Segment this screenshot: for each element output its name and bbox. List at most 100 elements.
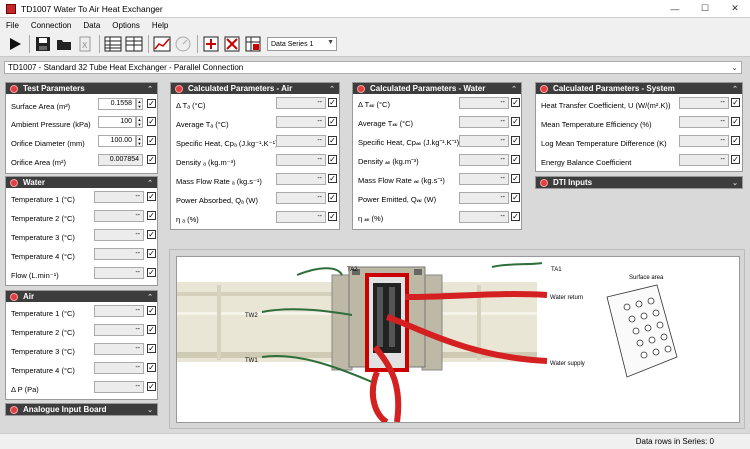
save-icon[interactable] (33, 34, 53, 54)
menu-connection[interactable]: Connection (25, 21, 77, 30)
row-label: Δ P (Pa) (11, 384, 39, 394)
row-label: Power Absorbed, Qₐ (W) (176, 195, 258, 205)
checkbox[interactable]: ✓ (511, 98, 520, 107)
collapse-chevron-icon[interactable]: ⌃ (147, 85, 153, 93)
ambient-pressure-input[interactable]: 100 (98, 116, 136, 128)
panel-header[interactable]: Calculated Parameters - System ⌃ (536, 83, 742, 94)
add-row-icon[interactable] (201, 34, 221, 54)
calc-system-panel: Calculated Parameters - System ⌃ Heat Tr… (535, 82, 743, 172)
value-box: -- (459, 192, 509, 204)
checkbox[interactable]: ✓ (147, 136, 156, 145)
checkbox[interactable]: ✓ (731, 98, 740, 107)
gear-icon (10, 178, 18, 187)
panel-header[interactable]: Calculated Parameters - Water ⌃ (353, 83, 521, 94)
spinner-arrows[interactable]: ▲ ▼ (136, 116, 143, 128)
panel-header[interactable]: Calculated Parameters - Air ⌃ (171, 83, 339, 94)
delete-row-icon[interactable] (222, 34, 242, 54)
checkbox[interactable]: ✓ (147, 344, 156, 353)
checkbox[interactable]: ✓ (147, 249, 156, 258)
data-series-select[interactable]: Data Series 1 ▼ (267, 37, 337, 51)
data-table-icon[interactable] (124, 34, 144, 54)
svg-text:X: X (82, 41, 88, 50)
checkbox[interactable]: ✓ (328, 212, 337, 221)
checkbox[interactable]: ✓ (147, 117, 156, 126)
apparatus-select[interactable]: TD1007 - Standard 32 Tube Heat Exchanger… (4, 61, 742, 74)
collapse-chevron-icon[interactable]: ⌃ (147, 179, 153, 187)
panel-title: Calculated Parameters - Water (370, 84, 486, 93)
maximize-button[interactable]: ☐ (690, 0, 720, 17)
checkbox[interactable]: ✓ (147, 268, 156, 277)
panel-header[interactable]: DTI Inputs ⌄ (536, 177, 742, 188)
checkbox[interactable]: ✓ (511, 193, 520, 202)
row-label: Density ₐ (kg.m⁻³) (176, 157, 236, 167)
tw2-label: TW2 (245, 313, 258, 319)
menu-options[interactable]: Options (106, 21, 146, 30)
checkbox[interactable]: ✓ (328, 136, 337, 145)
checkbox[interactable]: ✓ (731, 155, 740, 164)
checkbox[interactable]: ✓ (511, 174, 520, 183)
play-icon[interactable] (5, 34, 25, 54)
checkbox[interactable]: ✓ (147, 99, 156, 108)
expand-chevron-icon[interactable]: ⌄ (732, 179, 738, 187)
panel-header[interactable]: Water ⌃ (6, 177, 157, 188)
gear-icon (540, 178, 548, 187)
checkbox[interactable]: ✓ (511, 155, 520, 164)
checkbox[interactable]: ✓ (147, 306, 156, 315)
menu-data[interactable]: Data (77, 21, 106, 30)
graph-icon[interactable] (152, 34, 172, 54)
gear-icon (175, 84, 183, 93)
water-panel: Water ⌃ Temperature 1 (°C) -- ✓ Temperat… (5, 176, 158, 286)
checkbox[interactable]: ✓ (147, 192, 156, 201)
checkbox[interactable]: ✓ (328, 174, 337, 183)
checkbox[interactable]: ✓ (328, 117, 337, 126)
export-icon[interactable]: X (75, 34, 95, 54)
checkbox[interactable]: ✓ (147, 382, 156, 391)
open-folder-icon[interactable] (54, 34, 74, 54)
checkbox[interactable]: ✓ (511, 117, 520, 126)
checkbox[interactable]: ✓ (147, 211, 156, 220)
chevron-down-icon: ⌄ (731, 63, 738, 72)
table-view-icon[interactable] (103, 34, 123, 54)
row-label: Log Mean Temperature Difference (K) (541, 138, 667, 148)
checkbox[interactable]: ✓ (147, 230, 156, 239)
collapse-chevron-icon[interactable]: ⌃ (511, 85, 517, 93)
checkbox[interactable]: ✓ (147, 363, 156, 372)
menu-help[interactable]: Help (146, 21, 174, 30)
checkbox[interactable]: ✓ (147, 155, 156, 164)
spinner-arrows[interactable]: ▲ ▼ (136, 98, 143, 110)
water-return-label: Water return (550, 295, 583, 301)
collapse-chevron-icon[interactable]: ⌃ (732, 85, 738, 93)
collapse-chevron-icon[interactable]: ⌃ (147, 293, 153, 301)
row-label: Temperature 2 (°C) (11, 213, 75, 223)
collapse-chevron-icon[interactable]: ⌃ (329, 85, 335, 93)
menu-file[interactable]: File (0, 21, 25, 30)
checkbox[interactable]: ✓ (731, 117, 740, 126)
checkbox[interactable]: ✓ (511, 136, 520, 145)
checkbox[interactable]: ✓ (328, 193, 337, 202)
window-title: TD1007 Water To Air Heat Exchanger (21, 3, 163, 14)
minimize-button[interactable]: — (660, 0, 690, 17)
checkbox[interactable]: ✓ (731, 136, 740, 145)
checkbox[interactable]: ✓ (328, 98, 337, 107)
checkbox[interactable]: ✓ (511, 212, 520, 221)
close-button[interactable]: ✕ (720, 0, 750, 17)
surface-area-input[interactable]: 0.1558 (98, 98, 136, 110)
row-label: Temperature 1 (°C) (11, 194, 75, 204)
value-box: -- (459, 97, 509, 109)
checkbox[interactable]: ✓ (328, 155, 337, 164)
panel-header[interactable]: Air ⌃ (6, 291, 157, 302)
panel-header[interactable]: Analogue Input Board ⌄ (6, 404, 157, 415)
expand-chevron-icon[interactable]: ⌄ (147, 406, 153, 414)
spinner-arrows[interactable]: ▲ ▼ (136, 135, 143, 147)
value-box: -- (94, 191, 144, 203)
value-box: -- (276, 192, 326, 204)
orifice-diameter-input[interactable]: 100.00 (98, 135, 136, 147)
value-box: -- (276, 154, 326, 166)
panel-title: Water (23, 178, 45, 187)
gauge-icon[interactable] (173, 34, 193, 54)
series-settings-icon[interactable] (243, 34, 263, 54)
checkbox[interactable]: ✓ (147, 325, 156, 334)
value-box: -- (94, 324, 144, 336)
panel-header[interactable]: Test Parameters ⌃ (6, 83, 157, 94)
title-bar: TD1007 Water To Air Heat Exchanger — ☐ ✕ (0, 0, 750, 18)
